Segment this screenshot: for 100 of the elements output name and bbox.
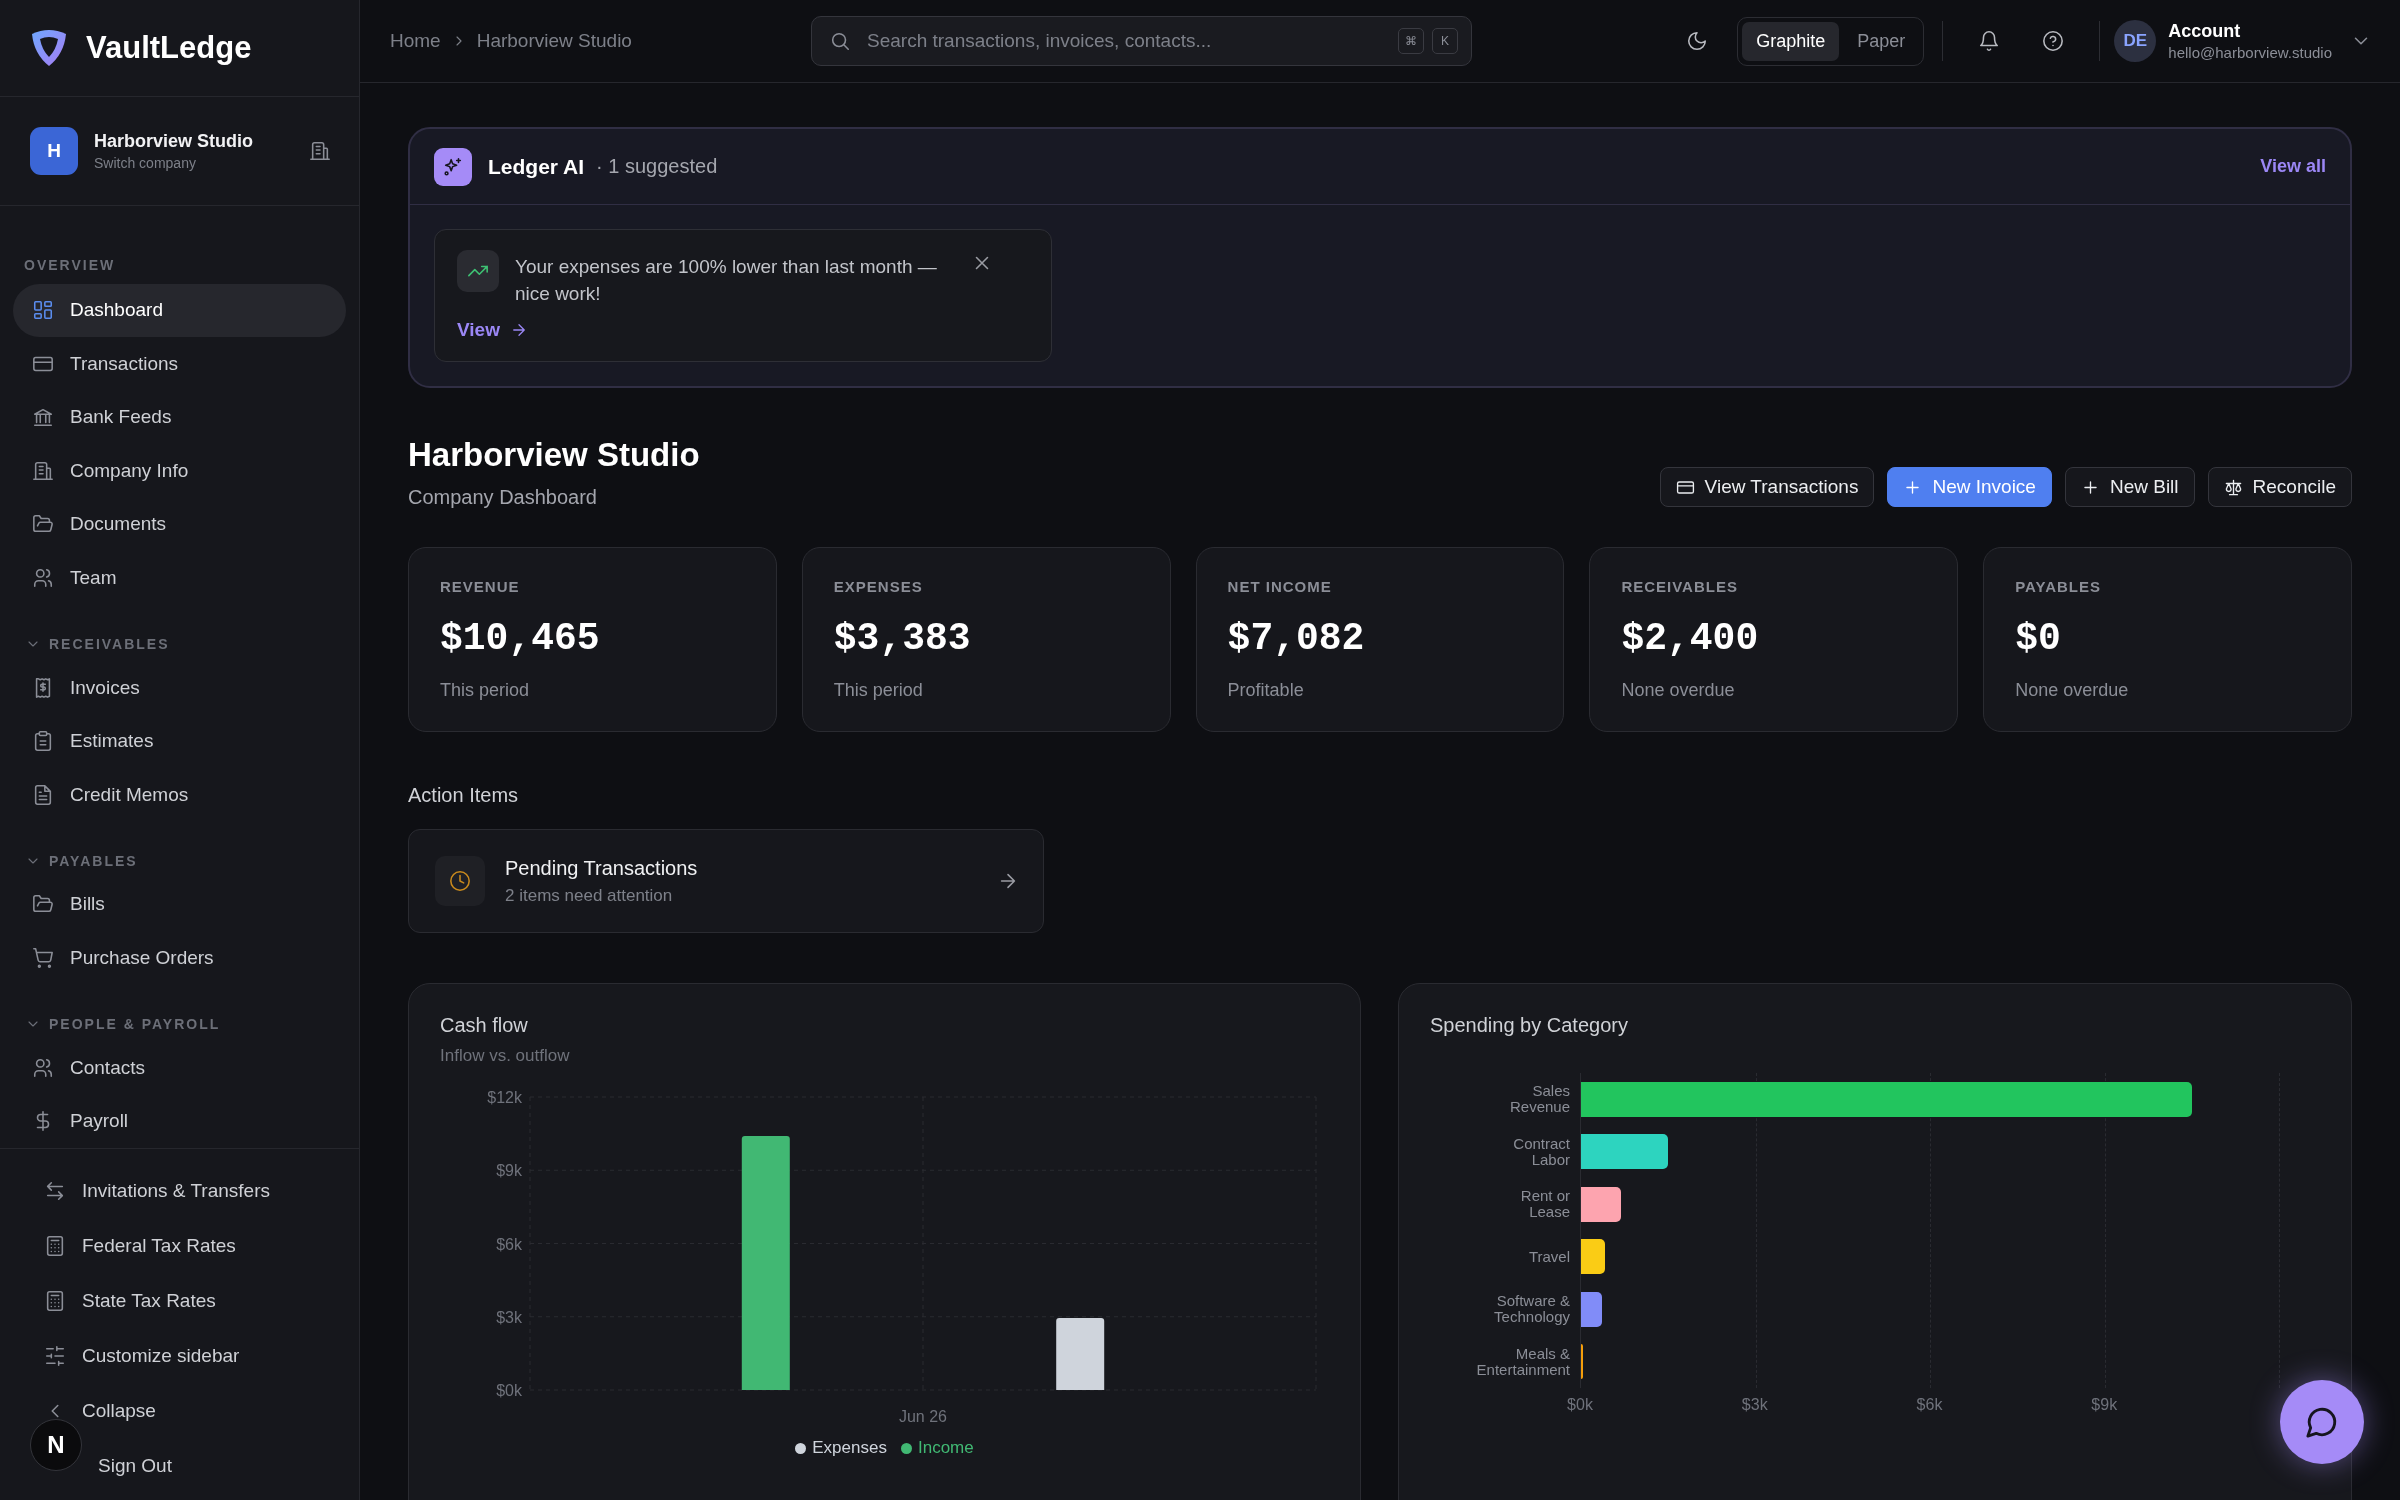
action-item-card[interactable]: Pending Transactions 2 items need attention	[408, 829, 1044, 933]
bar	[1581, 1186, 1621, 1222]
clipboard-icon	[32, 730, 54, 753]
dev-badge[interactable]: N	[30, 1419, 82, 1471]
bank-icon	[32, 406, 54, 429]
legend-dot	[795, 1442, 807, 1454]
people-icon	[32, 1056, 54, 1079]
suggestion-count: · 1 suggested	[596, 155, 718, 178]
axis-tick-label: $0k	[496, 1382, 522, 1399]
sidebar-item[interactable]: Purchase Orders	[13, 931, 346, 985]
brand-name: VaultLedge	[86, 30, 252, 66]
stat-label: REVENUE	[440, 578, 521, 595]
company-name: Harborview Studio	[94, 131, 255, 152]
account-email: hello@harborview.studio	[2168, 44, 2332, 61]
sliders-icon	[44, 1344, 66, 1367]
help-icon	[2042, 30, 2065, 52]
sidebar-item[interactable]: Transactions	[13, 337, 346, 391]
stat-note: None overdue	[1621, 680, 1736, 701]
sidebar-item[interactable]: Bills	[13, 877, 346, 932]
axis-category-label: Software & Technology	[1493, 1293, 1570, 1326]
people-icon	[32, 566, 54, 589]
axis-tick-label: $12k	[487, 1089, 522, 1106]
sidebar-item[interactable]: Contacts	[13, 1041, 346, 1095]
stat-value: $7,082	[1227, 617, 1366, 660]
sidebar-item[interactable]: Dashboard	[13, 283, 346, 338]
axis-category-label: Travel	[1528, 1248, 1570, 1265]
bar	[1581, 1344, 1584, 1380]
stat-note: This period	[440, 680, 531, 701]
chart-subtitle: Inflow vs. outflow	[440, 1046, 571, 1066]
chat-bubble-icon	[2305, 1405, 2339, 1439]
axis-category-label: Sales Revenue	[1508, 1083, 1570, 1116]
stat-value: $2,400	[1621, 617, 1760, 660]
stat-label: PAYABLES	[2015, 578, 2102, 595]
action-item-subtitle: 2 items need attention	[505, 885, 674, 906]
bar	[1581, 1239, 1606, 1275]
sidebar-item[interactable]: Documents	[13, 497, 346, 552]
page-title: Harborview Studio	[408, 436, 701, 474]
bar	[1581, 1291, 1602, 1327]
action-item-title: Pending Transactions	[505, 856, 699, 880]
cart-icon	[32, 946, 54, 969]
axis-tick-label: $9k	[496, 1162, 522, 1180]
sidebar-item[interactable]: Team	[13, 551, 346, 605]
company-avatar: H	[30, 127, 78, 175]
action-button[interactable]: New Invoice	[1887, 467, 2052, 507]
axis-tick-label: $3k	[1741, 1396, 1768, 1414]
breadcrumb-link[interactable]: Harborview Studio	[476, 30, 632, 52]
axis-category-label: Contract Labor	[1512, 1135, 1570, 1168]
sidebar-item[interactable]: Federal Tax Rates	[32, 1218, 346, 1273]
sidebar-item[interactable]: Payroll	[13, 1094, 346, 1148]
sidebar-item[interactable]: Invitations & Transfers	[32, 1163, 346, 1218]
shortcut-key: K	[1432, 28, 1458, 54]
arrows-icon	[44, 1179, 66, 1202]
stat-value: $3,383	[833, 617, 972, 660]
stat-value: $0	[2015, 617, 2062, 660]
sidebar-item[interactable]: Company Info	[13, 444, 346, 498]
calculator-icon	[44, 1289, 66, 1312]
stat-note: Profitable	[1227, 680, 1305, 701]
stat-label: RECEIVABLES	[1621, 578, 1739, 595]
breadcrumb-link[interactable]: Home	[390, 30, 441, 52]
section-label: RECEIVABLES	[49, 635, 170, 652]
section-title: Action Items	[408, 784, 520, 807]
action-button[interactable]: New Bill	[2064, 467, 2195, 507]
section-label: OVERVIEW	[24, 256, 116, 273]
search-icon	[829, 30, 851, 52]
calculator-icon	[44, 1234, 66, 1257]
sidebar-item[interactable]: State Tax Rates	[32, 1273, 346, 1328]
action-button[interactable]: Reconcile	[2207, 467, 2352, 507]
user-avatar[interactable]: DE	[2114, 20, 2157, 62]
sidebar-item[interactable]: Invoices	[13, 660, 346, 715]
switch-company-link[interactable]: Switch company	[94, 155, 293, 171]
stat-value: $10,465	[440, 617, 601, 660]
page-subtitle: Company Dashboard	[408, 486, 598, 509]
sidebar-item[interactable]: Credit Memos	[13, 767, 346, 822]
chart-title: Spending by Category	[1430, 1014, 1629, 1037]
theme-option[interactable]: Paper	[1843, 21, 1920, 61]
axis-category-label: Rent or Lease	[1519, 1188, 1570, 1221]
document-icon	[32, 783, 54, 806]
action-button[interactable]: View Transactions	[1659, 467, 1875, 507]
scale-icon	[2223, 477, 2243, 497]
building-icon	[309, 140, 331, 162]
sidebar-item[interactable]: Customize sidebar	[32, 1328, 346, 1383]
building-icon	[32, 459, 54, 482]
axis-category-label: Meals & Entertainment	[1476, 1345, 1570, 1378]
view-link[interactable]: View	[457, 319, 528, 341]
axis-tick-label: $9k	[2091, 1396, 2118, 1414]
axis-tick-label: $6k	[496, 1235, 522, 1253]
account-name: Account	[2168, 21, 2242, 42]
theme-option[interactable]: Graphite	[1742, 21, 1840, 61]
sidebar-item[interactable]: Bank Feeds	[13, 390, 346, 445]
legend-label: Expenses	[812, 1438, 887, 1458]
chart-title: Cash flow	[440, 1014, 529, 1037]
sparkle-icon	[442, 155, 464, 178]
sidebar-item[interactable]: Sign Out	[86, 1438, 346, 1493]
legend-label: Income	[917, 1438, 974, 1458]
suggestion-text: Your expenses are 100% lower than last month — nice work!	[515, 255, 938, 306]
ai-title: Ledger AI	[488, 154, 585, 179]
view-all-link[interactable]: View all	[2260, 156, 2326, 177]
shortcut-key: ⌘	[1398, 28, 1424, 54]
sidebar-item[interactable]: Estimates	[13, 714, 346, 768]
section-label: PAYABLES	[49, 852, 138, 869]
